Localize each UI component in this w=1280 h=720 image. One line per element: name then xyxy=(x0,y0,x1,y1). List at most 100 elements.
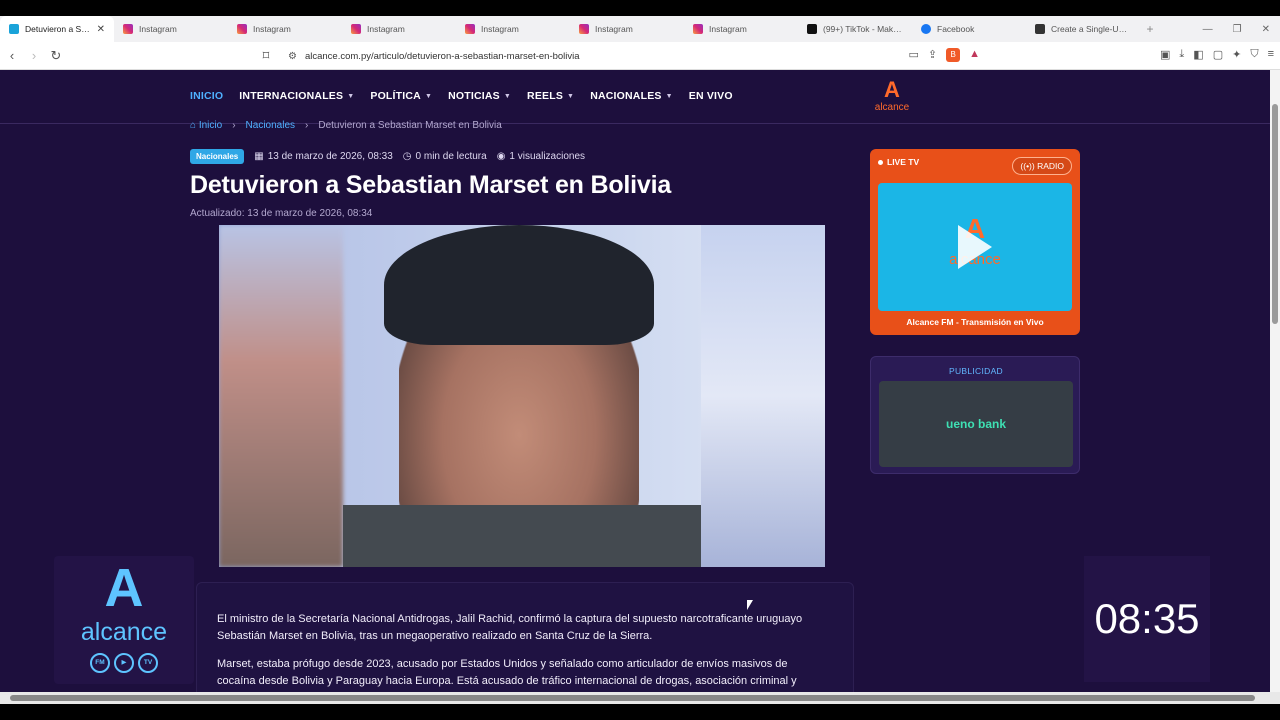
ad-card: PUBLICIDAD ueno bank xyxy=(870,356,1080,474)
instagram-icon xyxy=(351,24,361,34)
hero-blur-left xyxy=(219,225,343,567)
hero-shirt xyxy=(343,505,701,567)
eye-icon: ◉ xyxy=(496,151,506,162)
tab-instagram[interactable]: Instagram xyxy=(114,16,228,42)
live-tv-label: LIVE TV xyxy=(887,157,920,167)
menu-icon[interactable]: ≡ xyxy=(1268,48,1274,61)
tab-instagram[interactable]: Instagram xyxy=(342,16,456,42)
read-time: ◷ 0 min de lectura xyxy=(403,151,487,162)
tab-create[interactable]: Create a Single-Use T xyxy=(1026,16,1140,42)
category-badge[interactable]: Nacionales xyxy=(190,149,245,164)
breadcrumb-home-label: Inicio xyxy=(198,120,223,131)
share-icon[interactable]: ⇪ xyxy=(928,48,937,62)
nav-reels[interactable]: REELS ▼ xyxy=(527,90,574,102)
publish-date: ▦ 13 de marzo de 2026, 08:33 xyxy=(254,151,393,162)
wallet-icon[interactable]: ▢ xyxy=(1213,48,1223,61)
breadcrumb-section[interactable]: Nacionales xyxy=(246,120,295,131)
chevron-down-icon: ▼ xyxy=(665,92,673,100)
vertical-scrollbar[interactable] xyxy=(1270,70,1280,692)
tab-tiktok[interactable]: (99+) TikTok - Make Yo xyxy=(798,16,912,42)
ad-label: PUBLICIDAD xyxy=(948,366,1003,376)
broadcast-logo-overlay: A alcance FM ▶ TV xyxy=(54,556,194,684)
hero-cap xyxy=(384,225,654,345)
site-logo[interactable]: A alcance xyxy=(866,78,918,118)
rewards-icon[interactable]: ▲ xyxy=(969,48,980,62)
calendar-icon: ▦ xyxy=(254,151,264,162)
scrollbar-thumb[interactable] xyxy=(10,695,1255,701)
breadcrumb-separator-icon: › xyxy=(305,120,309,131)
nav-internacionales[interactable]: INTERNACIONALES ▼ xyxy=(239,90,354,102)
sidebar-icon[interactable]: ▣ xyxy=(1160,48,1170,61)
alcance-logo-icon: A xyxy=(884,77,900,102)
tab-instagram[interactable]: Instagram xyxy=(684,16,798,42)
clock-icon: ◷ xyxy=(402,151,412,162)
tab-facebook[interactable]: Facebook xyxy=(912,16,1026,42)
tab-label: Detuvieron a Seba xyxy=(25,24,91,34)
site-info-icon[interactable]: ⚙ xyxy=(288,51,297,62)
reload-icon[interactable]: ↻ xyxy=(46,48,66,64)
mouse-cursor-icon xyxy=(747,600,753,610)
overlay-logo-word: alcance xyxy=(80,618,168,646)
screen-top-border xyxy=(0,0,1280,16)
bookmark-icon[interactable]: ⌑ xyxy=(256,48,276,64)
toolbar-actions: ▣ ⤓ ◧ ▢ ✦ ⛉ ≡ xyxy=(1160,48,1274,61)
nav-label: INTERNACIONALES xyxy=(239,90,344,102)
leo-ai-icon[interactable]: ✦ xyxy=(1232,48,1241,61)
back-icon[interactable]: ‹ xyxy=(2,48,22,63)
instagram-icon xyxy=(579,24,589,34)
tab-instagram[interactable]: Instagram xyxy=(570,16,684,42)
site-favicon-icon xyxy=(1035,24,1045,34)
panel-icon[interactable]: ◧ xyxy=(1193,48,1203,61)
forward-icon[interactable]: › xyxy=(24,48,44,63)
ad-banner[interactable]: ueno bank xyxy=(879,381,1073,467)
live-video-player[interactable]: A alcance xyxy=(878,183,1072,311)
article-paragraph: Marset, estaba prófugo desde 2023, acusa… xyxy=(217,658,797,687)
nav-noticias[interactable]: NOTICIAS ▼ xyxy=(448,90,511,102)
nav-inicio[interactable]: INICIO xyxy=(190,90,223,102)
minimize-icon[interactable]: — xyxy=(1203,24,1213,35)
horizontal-scrollbar[interactable] xyxy=(0,692,1280,704)
broadcast-clock: 08:35 xyxy=(1084,556,1210,682)
breadcrumb-separator-icon: › xyxy=(232,120,236,131)
tab-instagram[interactable]: Instagram xyxy=(228,16,342,42)
article-hero-image xyxy=(219,225,825,567)
tab-label: (99+) TikTok - Make Yo xyxy=(823,24,903,34)
radio-label: RADIO xyxy=(1037,161,1064,171)
nav-label: POLÍTICA xyxy=(370,90,421,102)
nav-en-vivo[interactable]: EN VIVO xyxy=(689,90,733,102)
radio-button[interactable]: ((•)) RADIO xyxy=(1012,157,1072,175)
close-tab-icon[interactable]: ✕ xyxy=(97,24,105,35)
view-count: ◉ 1 visualizaciones xyxy=(497,151,585,162)
brave-shields-icon[interactable]: B xyxy=(946,48,961,62)
window-controls: — ❐ ✕ xyxy=(1203,16,1280,42)
updated-date: Actualizado: 13 de marzo de 2026, 08:34 xyxy=(190,208,373,219)
live-dot-icon xyxy=(878,159,883,165)
live-caption: Alcance FM - Transmisión en Vivo xyxy=(906,317,1044,327)
live-tv-card: LIVE TV ((•)) RADIO A alcance Alcance FM… xyxy=(870,149,1080,335)
breadcrumb: ⌂ Inicio › Nacionales › Detuvieron a Seb… xyxy=(190,120,502,131)
chevron-down-icon: ▼ xyxy=(424,92,433,100)
tab-label: Instagram xyxy=(253,24,291,34)
scrollbar-thumb[interactable] xyxy=(1272,104,1278,324)
download-icon[interactable]: ⤓ xyxy=(1179,48,1184,61)
article-title: Detuvieron a Sebastian Marset en Bolivia xyxy=(190,171,672,199)
nav-politica[interactable]: POLÍTICA ▼ xyxy=(370,90,432,102)
restore-icon[interactable]: ❐ xyxy=(1233,24,1242,35)
close-window-icon[interactable]: ✕ xyxy=(1262,24,1270,35)
hero-blur-right xyxy=(701,225,825,567)
tab-article[interactable]: Detuvieron a Seba ✕ xyxy=(0,16,114,42)
tv-badge: TV xyxy=(138,653,158,673)
nav-label: EN VIVO xyxy=(688,90,733,102)
breadcrumb-home[interactable]: ⌂ Inicio xyxy=(190,120,222,131)
instagram-icon xyxy=(465,24,475,34)
chevron-down-icon: ▼ xyxy=(347,92,355,100)
ad-text: ueno bank xyxy=(945,417,1006,431)
new-tab-button[interactable]: + xyxy=(1140,22,1160,36)
vpn-shield-icon[interactable]: ⛉ xyxy=(1250,48,1258,61)
play-icon[interactable] xyxy=(958,225,992,269)
nav-nacionales[interactable]: NACIONALES ▼ xyxy=(590,90,673,102)
cast-icon[interactable]: ▭ xyxy=(908,48,918,62)
play-badge-icon: ▶ xyxy=(114,653,134,673)
web-page: INICIO INTERNACIONALES ▼ POLÍTICA ▼ NOTICI… xyxy=(0,70,1270,692)
tab-instagram[interactable]: Instagram xyxy=(456,16,570,42)
